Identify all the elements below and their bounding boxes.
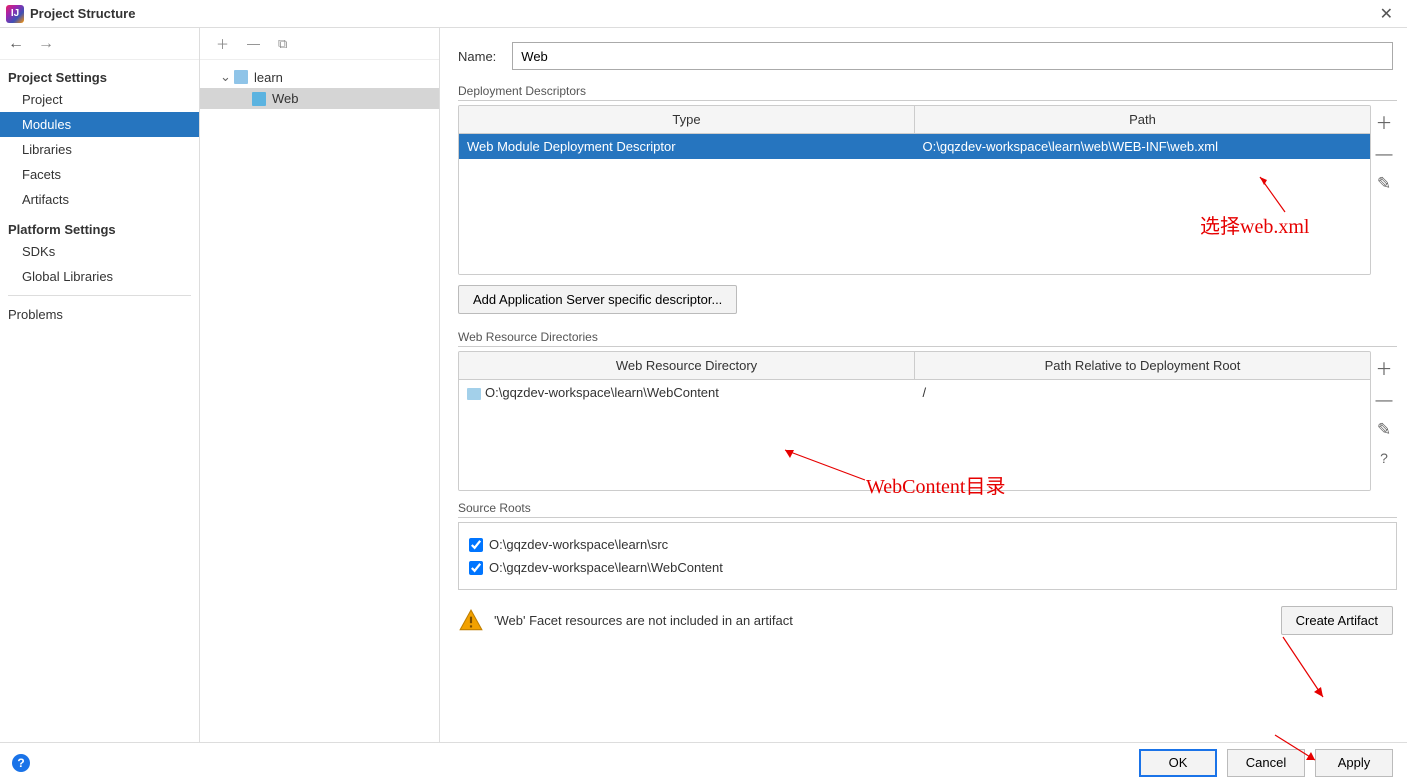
cancel-button[interactable]: Cancel	[1227, 749, 1305, 777]
apply-button[interactable]: Apply	[1315, 749, 1393, 777]
source-root-path: O:\gqzdev-workspace\learn\src	[489, 537, 668, 552]
nav-item-artifacts[interactable]: Artifacts	[0, 187, 199, 212]
tree-label: learn	[254, 70, 283, 85]
nav-item-problems[interactable]: Problems	[0, 302, 199, 327]
nav-divider	[8, 295, 191, 296]
cell-webdir: O:\gqzdev-workspace\learn\WebContent	[459, 380, 915, 405]
app-icon: IJ	[6, 5, 24, 23]
section-platform-settings: Platform Settings	[0, 212, 199, 239]
ok-button[interactable]: OK	[1139, 749, 1217, 777]
forward-icon[interactable]: →	[38, 35, 54, 53]
warning-icon	[458, 608, 484, 634]
nav-arrows: ← →	[0, 28, 199, 60]
deploy-descriptors-label: Deployment Descriptors	[458, 84, 1397, 101]
module-tree: ＋ — ⧉ ⌄ learn Web	[200, 28, 440, 742]
add-icon[interactable]: ＋	[1376, 355, 1393, 380]
webres-side-buttons: ＋ — ✎ ?	[1371, 351, 1397, 491]
web-resource-table: Web Resource Directory Path Relative to …	[458, 351, 1371, 491]
tree-node-learn[interactable]: ⌄ learn	[200, 66, 439, 88]
col-path: Path	[915, 106, 1370, 133]
source-root-row[interactable]: O:\gqzdev-workspace\learn\src	[469, 533, 1386, 556]
remove-icon[interactable]: —	[1376, 390, 1393, 410]
nav-item-modules[interactable]: Modules	[0, 112, 199, 137]
remove-icon[interactable]: —	[247, 36, 260, 51]
nav-item-facets[interactable]: Facets	[0, 162, 199, 187]
source-roots-label: Source Roots	[458, 501, 1397, 518]
title-bar: IJ Project Structure ✕	[0, 0, 1407, 28]
chevron-down-icon[interactable]: ⌄	[220, 69, 234, 85]
nav-item-project[interactable]: Project	[0, 87, 199, 112]
nav-item-sdks[interactable]: SDKs	[0, 239, 199, 264]
folder-icon	[467, 388, 481, 400]
folder-icon	[234, 70, 248, 84]
source-root-path: O:\gqzdev-workspace\learn\WebContent	[489, 560, 723, 575]
col-relpath: Path Relative to Deployment Root	[915, 352, 1370, 379]
tree-toolbar: ＋ — ⧉	[200, 28, 439, 60]
add-server-descriptor-button[interactable]: Add Application Server specific descript…	[458, 285, 737, 314]
source-root-checkbox[interactable]	[469, 538, 483, 552]
copy-icon[interactable]: ⧉	[278, 36, 287, 52]
remove-icon[interactable]: —	[1376, 144, 1393, 164]
create-artifact-button[interactable]: Create Artifact	[1281, 606, 1393, 635]
name-input[interactable]	[512, 42, 1393, 70]
cell-path: O:\gqzdev-workspace\learn\web\WEB-INF\we…	[915, 134, 1371, 159]
globe-icon	[252, 92, 266, 106]
table-row[interactable]: O:\gqzdev-workspace\learn\WebContent /	[459, 380, 1370, 405]
add-icon[interactable]: ＋	[216, 34, 229, 53]
cell-type: Web Module Deployment Descriptor	[459, 134, 915, 159]
table-row[interactable]: Web Module Deployment Descriptor O:\gqzd…	[459, 134, 1370, 159]
name-label: Name:	[458, 49, 496, 64]
edit-icon[interactable]: ✎	[1377, 420, 1391, 440]
add-icon[interactable]: ＋	[1376, 109, 1393, 134]
help-icon[interactable]: ?	[1380, 450, 1388, 466]
dialog-button-bar: ? OK Cancel Apply	[0, 742, 1407, 782]
cell-relpath: /	[915, 380, 1371, 405]
source-root-row[interactable]: O:\gqzdev-workspace\learn\WebContent	[469, 556, 1386, 579]
tree-label: Web	[272, 91, 299, 106]
deploy-side-buttons: ＋ — ✎	[1371, 105, 1397, 275]
tree-node-web[interactable]: Web	[200, 88, 439, 109]
source-root-checkbox[interactable]	[469, 561, 483, 575]
col-webdir: Web Resource Directory	[459, 352, 915, 379]
nav-item-global-libraries[interactable]: Global Libraries	[0, 264, 199, 289]
web-resource-label: Web Resource Directories	[458, 330, 1397, 347]
window-title: Project Structure	[30, 6, 1372, 21]
back-icon[interactable]: ←	[8, 35, 24, 53]
deploy-descriptors-table: Type Path Web Module Deployment Descript…	[458, 105, 1371, 275]
close-icon[interactable]: ✕	[1372, 4, 1401, 24]
section-project-settings: Project Settings	[0, 60, 199, 87]
edit-icon[interactable]: ✎	[1377, 174, 1391, 194]
left-nav: ← → Project Settings Project Modules Lib…	[0, 28, 200, 742]
source-roots-box: O:\gqzdev-workspace\learn\src O:\gqzdev-…	[458, 522, 1397, 590]
col-type: Type	[459, 106, 915, 133]
right-panel: Name: Deployment Descriptors Type Path W…	[440, 28, 1407, 742]
help-icon[interactable]: ?	[12, 754, 30, 772]
nav-item-libraries[interactable]: Libraries	[0, 137, 199, 162]
warning-row: 'Web' Facet resources are not included i…	[458, 606, 1397, 635]
warning-text: 'Web' Facet resources are not included i…	[494, 613, 793, 628]
